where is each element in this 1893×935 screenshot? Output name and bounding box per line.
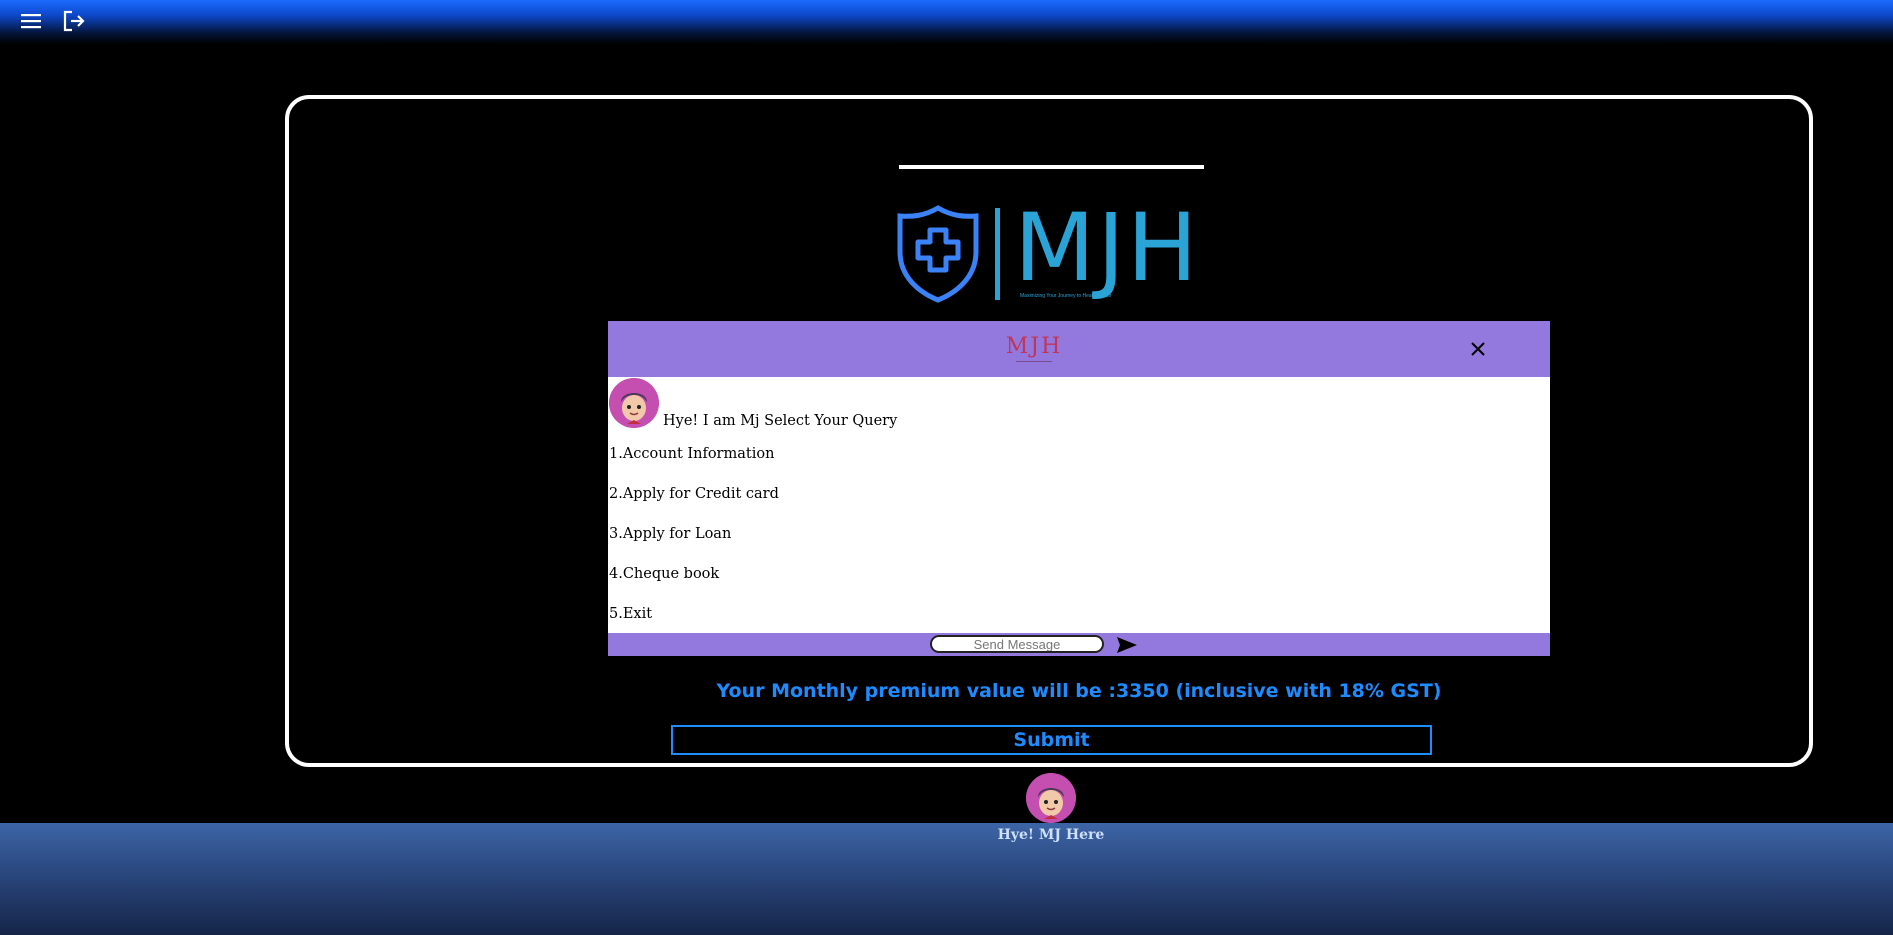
footer-bar [0,823,1893,935]
shield-plus-icon [897,205,979,303]
chatbot-launcher-label[interactable]: Hye! MJ Here [951,827,1151,843]
bot-greeting: Hye! I am Mj Select Your Query [663,413,898,429]
logo-divider [899,165,1204,169]
close-icon[interactable] [1464,335,1492,363]
chatbot-window: MJH Hye! I am Mj Select Your Query 1.Acc… [608,321,1550,656]
option-apply-credit-card[interactable]: 2.Apply for Credit card [609,484,779,524]
top-navbar [0,0,1893,44]
hamburger-menu-icon[interactable] [17,8,45,34]
logo-wordmark: MJH [1014,194,1200,303]
option-apply-loan[interactable]: 3.Apply for Loan [609,524,779,564]
option-account-information[interactable]: 1.Account Information [609,444,779,484]
submit-button[interactable]: Submit [671,725,1432,755]
option-cheque-book[interactable]: 4.Cheque book [609,564,779,604]
query-options: 1.Account Information 2.Apply for Credit… [609,444,779,644]
logo-tagline: Maximizing Your Journey to Health Secur [1020,293,1112,299]
mjh-logo: MJH Maximizing Your Journey to Health Se… [896,200,1206,304]
logout-icon[interactable] [60,8,88,34]
message-input[interactable] [930,635,1104,653]
chatbot-launcher-avatar[interactable] [1026,773,1076,823]
bot-avatar [609,378,659,428]
premium-value-text: Your Monthly premium value will be :3350… [716,680,1442,702]
chat-header: MJH [608,321,1550,377]
send-icon[interactable] [1115,634,1139,655]
chat-brand-text: MJH [1005,334,1063,359]
chat-footer [608,633,1550,656]
chat-brand-logo: MJH [986,333,1082,365]
